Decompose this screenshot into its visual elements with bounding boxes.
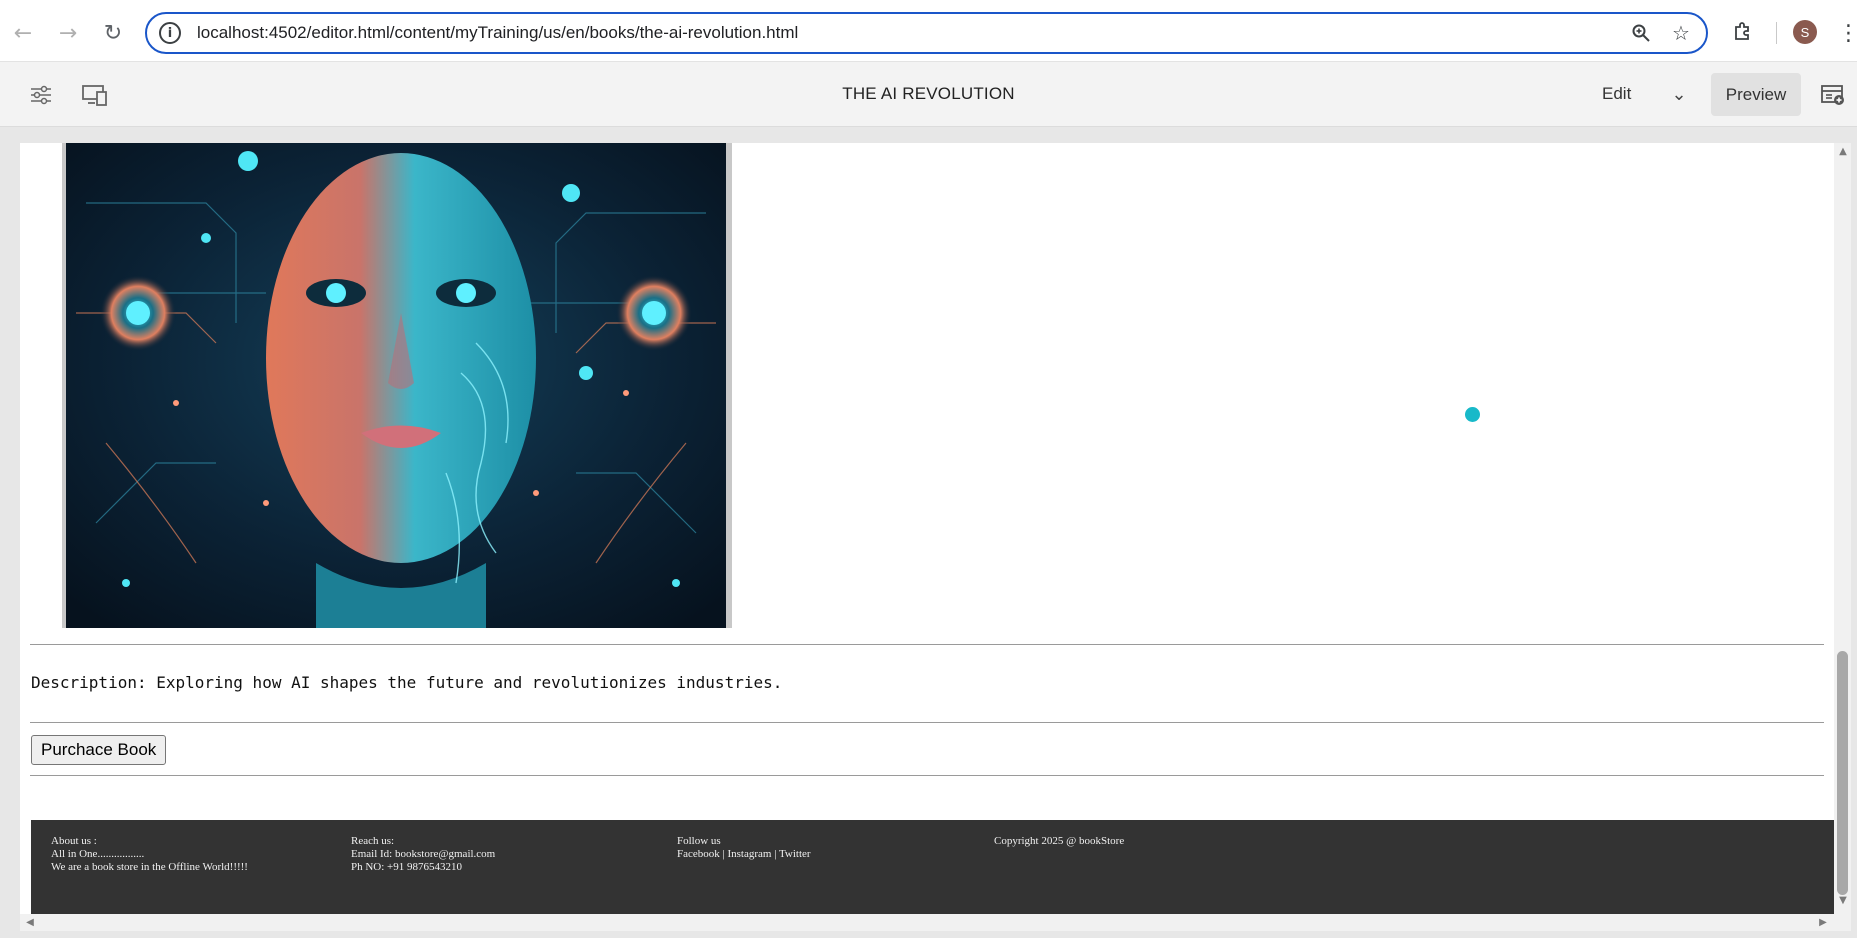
editor-toolbar: THE AI REVOLUTION Edit ⌄ Preview [0,62,1857,127]
footer-email: Email Id: bookstore@gmail.com [351,848,496,860]
loading-indicator [1465,407,1480,422]
footer-about: About us : All in One................. W… [51,835,248,874]
star-icon[interactable]: ☆ [1668,20,1694,46]
kebab-menu-icon[interactable]: ⋮ [1838,18,1857,48]
vertical-scrollbar[interactable]: ▲ ▼ [1834,143,1851,931]
scroll-right-icon[interactable]: ▶ [1816,917,1830,928]
preview-button[interactable]: Preview [1711,73,1801,116]
book-cover-image[interactable] [62,143,732,628]
chevron-down-icon[interactable]: ⌄ [1666,80,1692,108]
footer-reach: Reach us: Email Id: bookstore@gmail.com … [351,835,495,874]
side-panel-icon[interactable] [1818,80,1848,110]
footer-about-line: We are a book store in the Offline World… [51,861,248,873]
footer-follow: Follow us Facebook | Instagram | Twitter [677,835,811,861]
arrow-left-icon[interactable]: ← [8,18,38,48]
arrow-right-icon[interactable]: → [53,18,83,48]
mode-select-label[interactable]: Edit [1602,84,1631,104]
scroll-left-icon[interactable]: ◀ [23,917,37,928]
divider [30,644,1824,645]
toolbar-divider [1776,22,1777,44]
book-description: Description: Exploring how AI shapes the… [31,673,783,692]
footer-phone: Ph NO: +91 9876543210 [351,861,463,873]
reload-icon[interactable]: ↻ [98,18,128,48]
scroll-down-icon[interactable]: ▼ [1836,895,1850,906]
divider [30,722,1824,723]
copyright-text: Copyright 2025 @ bookStore [994,835,1125,847]
site-footer: About us : All in One................. W… [31,820,1839,915]
footer-about-line: All in One................. [51,848,145,860]
address-bar[interactable]: i localhost:4502/editor.html/content/myT… [145,12,1708,54]
purchase-book-button[interactable]: Purchace Book [31,735,167,765]
scroll-up-icon[interactable]: ▲ [1836,146,1850,157]
footer-social-links[interactable]: Facebook | Instagram | Twitter [677,848,811,861]
footer-follow-heading: Follow us [677,835,721,847]
info-icon[interactable]: i [159,22,181,44]
page-title: THE AI REVOLUTION [842,84,1015,103]
horizontal-scrollbar[interactable]: ◀ ▶ [20,914,1834,931]
browser-toolbar: ← → ↻ i localhost:4502/editor.html/conte… [0,0,1857,62]
footer-about-heading: About us : [51,835,97,847]
scrollbar-thumb[interactable] [1837,651,1848,895]
zoom-icon[interactable] [1628,20,1654,46]
divider [30,775,1824,776]
footer-reach-heading: Reach us: [351,835,395,847]
footer-copyright: Copyright 2025 @ bookStore [994,835,1124,848]
avatar[interactable]: S [1793,20,1817,44]
page-content-frame[interactable]: Description: Exploring how AI shapes the… [20,143,1851,931]
url-text[interactable]: localhost:4502/editor.html/content/myTra… [197,23,798,43]
puzzle-icon[interactable] [1728,16,1758,46]
